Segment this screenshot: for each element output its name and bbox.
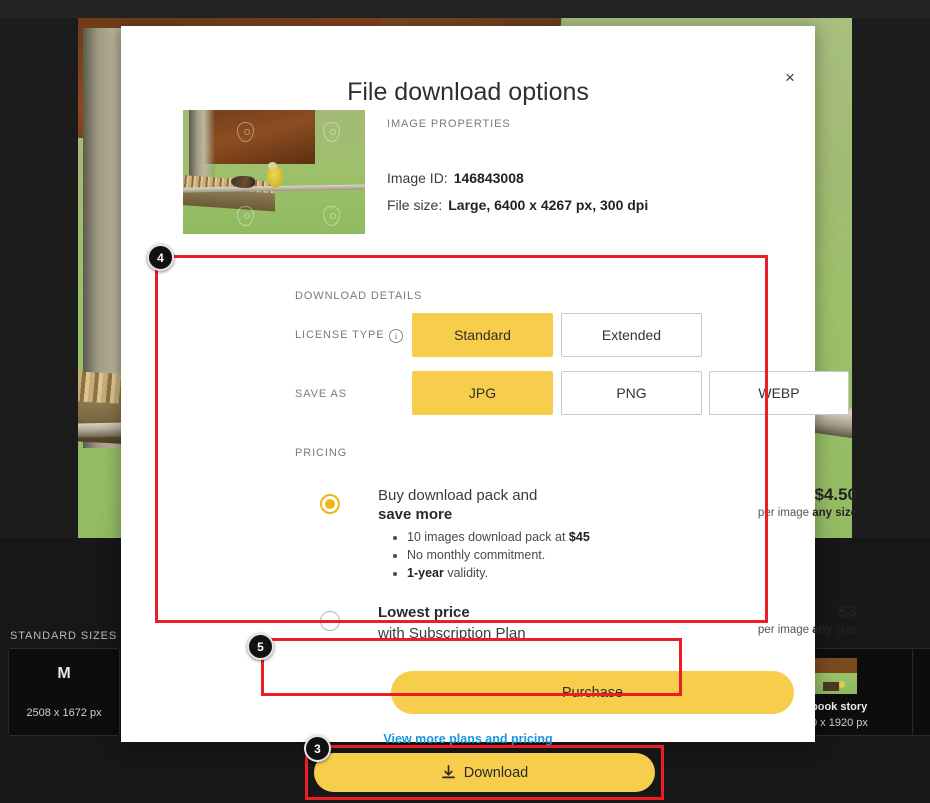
size-card-next[interactable] [912, 648, 930, 736]
plan-price-download-pack: $4.50 per image any size [681, 485, 857, 521]
file-size-row: File size: Large, 6400 x 4267 px, 300 dpi [387, 197, 648, 213]
plan-price-subscription: $3 per image any size [681, 602, 857, 638]
image-properties-label: IMAGE PROPERTIES [387, 118, 511, 130]
plan-title-download-pack: Buy download pack and save more [378, 486, 678, 524]
plan-bullets-download-pack: 10 images download pack at $45 No monthl… [389, 529, 590, 583]
size-card-social-story[interactable]: book story 0 x 1920 px [800, 648, 930, 736]
save-as-label: SAVE AS [295, 388, 347, 400]
license-type-text: LICENSE TYPE [295, 329, 385, 341]
plan-title-line2: save more [378, 506, 453, 523]
license-type-label: LICENSE TYPE i [295, 329, 404, 343]
price-sublabel: per image any size [757, 507, 857, 519]
plan-title-line2: with Subscription Plan [378, 625, 526, 642]
download-details-label: DOWNLOAD DETAILS [295, 290, 423, 302]
price-amount: $3 [838, 602, 857, 621]
license-option-extended[interactable]: Extended [561, 313, 702, 357]
image-thumbnail [183, 110, 365, 234]
size-card-m[interactable]: M 2508 x 1672 px [8, 648, 120, 736]
view-more-plans-link[interactable]: View more plans and pricing [121, 732, 815, 748]
format-option-webp[interactable]: WEBP [709, 371, 849, 415]
plan-title-subscription: Lowest price with Subscription Plan [378, 603, 678, 643]
purchase-button[interactable]: Purchase [391, 671, 794, 714]
step-badge-5: 5 [247, 633, 274, 660]
image-id-label: Image ID: [387, 170, 448, 186]
file-size-label: File size: [387, 197, 443, 213]
file-size-value: Large, 6400 x 4267 px, 300 dpi [448, 197, 649, 213]
step-badge-4: 4 [147, 244, 174, 271]
top-bar [0, 0, 930, 18]
image-id-row: Image ID: 146843008 [387, 170, 524, 186]
download-button-label: Download [463, 764, 529, 781]
pricing-label: PRICING [295, 447, 348, 459]
image-id-value: 146843008 [453, 170, 524, 186]
list-item: 10 images download pack at $45 [407, 529, 590, 546]
license-option-standard[interactable]: Standard [412, 313, 553, 357]
plan-title-line1: Buy download pack and [378, 487, 538, 504]
size-card-name: book story [811, 701, 868, 713]
plan-title-line1: Lowest price [378, 604, 470, 621]
download-button[interactable]: Download [314, 753, 655, 792]
modal-title: File download options [347, 78, 589, 106]
list-item: 1-year validity. [407, 565, 590, 582]
standard-sizes-label: STANDARD SIZES [10, 630, 118, 642]
price-amount: $4.50 [814, 485, 857, 504]
size-card-dimensions: 0 x 1920 px [811, 717, 868, 729]
thumbnail-feeder [823, 682, 839, 691]
list-item: No monthly commitment. [407, 547, 590, 564]
price-sublabel: per image any size [757, 624, 857, 636]
format-option-jpg[interactable]: JPG [412, 371, 553, 415]
thumb-bird-head [268, 162, 277, 170]
pricing-radio-subscription[interactable] [320, 611, 340, 631]
thumb-bird-dark [231, 176, 255, 188]
size-card-letter: M [57, 665, 71, 682]
pricing-radio-download-pack[interactable] [320, 494, 340, 514]
info-icon[interactable]: i [389, 329, 404, 343]
size-card-dimensions: 2508 x 1672 px [26, 707, 102, 719]
file-download-options-modal: × File download options IMAGE PROPERTIES… [121, 26, 857, 748]
format-option-png[interactable]: PNG [561, 371, 702, 415]
thumbnail-bird [839, 681, 845, 688]
step-badge-3: 3 [304, 735, 331, 762]
download-arrow-icon [441, 764, 455, 778]
size-card-thumbnail [815, 658, 857, 694]
